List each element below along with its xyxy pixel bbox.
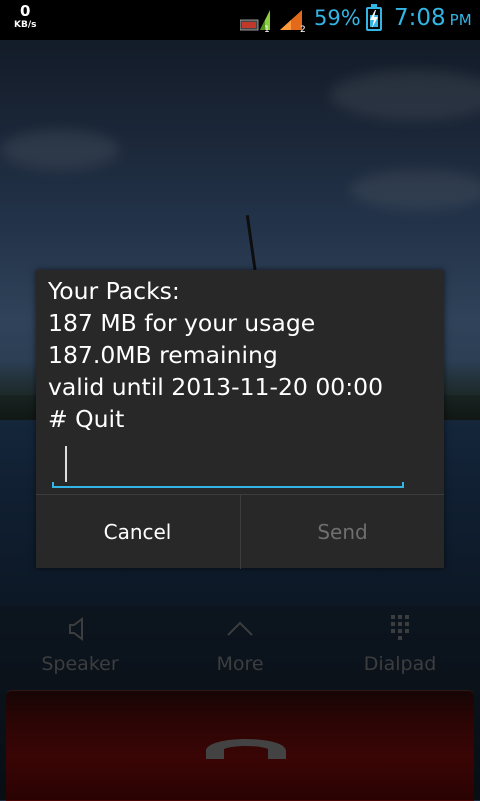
message-line: valid until 2013-11-20 00:00 <box>48 373 384 401</box>
battery-icon <box>366 7 382 31</box>
message-line: 187 MB for your usage <box>48 309 316 337</box>
data-rate-unit: KB/s <box>14 20 37 30</box>
message-line: # Quit <box>48 405 125 433</box>
message-line: Your Packs: <box>48 277 180 305</box>
message-line: 187.0MB remaining <box>48 341 278 369</box>
clock-time: 7:08 <box>394 5 446 31</box>
dialog-button-bar: Cancel Send <box>36 494 444 569</box>
ussd-message: Your Packs: 187 MB for your usage 187.0MB … <box>48 275 432 435</box>
data-rate-value: 0 <box>20 2 31 20</box>
status-clock: 7:08 PM <box>394 5 472 31</box>
ussd-dialog: Your Packs: 187 MB for your usage 187.0MB … <box>36 270 444 569</box>
reply-input[interactable] <box>68 450 392 482</box>
battery-percent: 59% <box>314 6 361 30</box>
text-caret <box>65 446 67 482</box>
input-underline-tick <box>402 482 404 488</box>
sim1-signal-icon: 1 <box>240 10 270 32</box>
charging-bolt-icon <box>370 10 378 28</box>
input-underline <box>52 486 404 488</box>
data-rate: 0 KB/s <box>14 4 36 30</box>
cancel-button[interactable]: Cancel <box>36 495 239 569</box>
status-bar: 0 KB/s 1 2 59% 7:08 PM <box>0 0 480 40</box>
input-underline-tick <box>52 482 54 488</box>
clock-ampm: PM <box>449 11 472 29</box>
reply-input-container[interactable] <box>52 446 404 488</box>
send-button[interactable]: Send <box>240 495 444 569</box>
sim1-badge: 1 <box>264 25 270 32</box>
sim2-badge: 2 <box>300 25 306 32</box>
sim2-signal-icon: 2 <box>280 10 306 32</box>
